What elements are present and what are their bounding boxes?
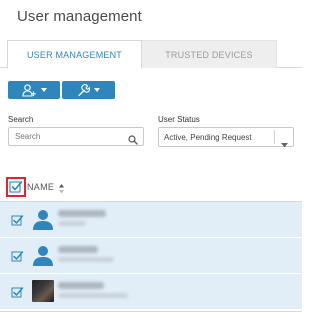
row-checkbox[interactable] <box>11 286 24 304</box>
add-user-button[interactable] <box>8 81 60 99</box>
search-label: Search <box>8 115 34 124</box>
list-bottom-divider <box>0 311 302 312</box>
user-status-select[interactable]: Active, Pending Request <box>158 127 294 148</box>
default-avatar-icon <box>32 244 54 266</box>
tab-trusted-devices[interactable]: TRUSTED DEVICES <box>142 40 277 68</box>
user-status-label: User Status <box>158 115 200 124</box>
redacted-user-detail <box>58 293 128 298</box>
table-row[interactable] <box>0 202 302 238</box>
user-list <box>0 202 302 310</box>
photo-avatar <box>32 280 54 302</box>
redacted-user-detail <box>58 257 114 262</box>
redacted-user-detail <box>58 221 86 226</box>
user-status-value: Active, Pending Request <box>164 133 252 142</box>
checkbox-checked-icon <box>9 181 23 193</box>
chevron-down-icon <box>94 88 100 92</box>
checkbox-checked-icon <box>11 251 24 262</box>
wrench-icon <box>77 83 90 97</box>
redacted-user-name <box>58 282 104 289</box>
user-management-page: User management USER MANAGEMENT TRUSTED … <box>0 0 302 318</box>
search-icon[interactable] <box>128 132 138 150</box>
chevron-down-icon <box>40 88 47 92</box>
table-row[interactable] <box>0 238 302 274</box>
add-user-icon <box>21 83 37 97</box>
checkbox-checked-icon <box>11 287 24 298</box>
search-field[interactable] <box>8 127 144 146</box>
tab-bar: USER MANAGEMENT TRUSTED DEVICES <box>0 40 302 69</box>
search-input[interactable] <box>15 132 125 141</box>
default-avatar-icon <box>32 208 54 230</box>
table-row[interactable] <box>0 274 302 310</box>
row-checkbox[interactable] <box>11 250 24 268</box>
sort-icon[interactable] <box>59 181 64 199</box>
select-divider <box>274 130 275 144</box>
redacted-user-name <box>58 246 98 253</box>
page-title: User management <box>17 8 142 25</box>
chevron-down-icon[interactable] <box>281 135 288 153</box>
tab-user-management[interactable]: USER MANAGEMENT <box>7 40 142 69</box>
checkbox-checked-icon <box>11 215 24 226</box>
row-checkbox[interactable] <box>11 214 24 232</box>
redacted-user-name <box>58 210 106 217</box>
select-all-checkbox[interactable] <box>6 177 26 197</box>
tools-button[interactable] <box>62 81 115 99</box>
column-header-name[interactable]: NAME <box>27 182 54 192</box>
